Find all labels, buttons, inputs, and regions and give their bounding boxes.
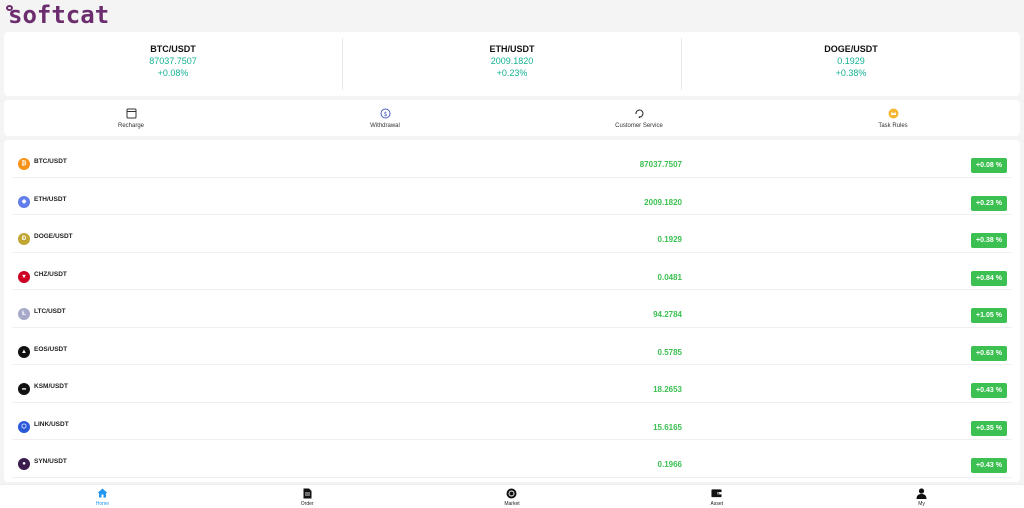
market-row-eos[interactable]: ▲ EOS/USDT 0.5785 +0.63 % [12, 328, 1012, 365]
nav-my[interactable]: My [819, 485, 1024, 508]
nav-home[interactable]: Home [0, 485, 205, 508]
market-symbol: ETH/USDT [34, 195, 67, 203]
ticker-doge[interactable]: DOGE/USDT 0.1929 +0.38% [682, 38, 1020, 90]
nav-market[interactable]: Market [410, 485, 615, 508]
market-price: 0.1966 [657, 460, 682, 469]
recharge-icon [125, 108, 137, 120]
change-badge: +0.08 % [971, 158, 1007, 173]
user-icon [916, 487, 927, 499]
nav-order-label: Order [300, 500, 314, 507]
withdrawal-icon: $ [379, 108, 391, 120]
nav-home-label: Home [95, 500, 110, 507]
market-row-chz[interactable]: ▾ CHZ/USDT 0.0481 +0.84 % [12, 253, 1012, 290]
market-price: 15.6165 [653, 422, 682, 432]
btc-coin-icon: ₿ [18, 158, 30, 170]
ticker-pair: ETH/USDT [489, 44, 535, 54]
ksm-coin-icon: ━ [18, 383, 30, 395]
market-row-eth[interactable]: ◆ ETH/USDT 2009.1820 +0.23 % [12, 178, 1012, 215]
market-symbol: LINK/USDT [34, 420, 69, 428]
change-badge: +0.38 % [971, 233, 1007, 248]
market-price: 87037.7507 [639, 160, 682, 169]
market-symbol: EOS/USDT [34, 345, 68, 353]
doge-coin-icon: Ð [18, 233, 30, 245]
customer-service-label: Customer Service [615, 122, 663, 129]
brand-logo[interactable]: softcat [6, 2, 109, 28]
order-icon [302, 488, 313, 499]
wallet-icon [711, 488, 722, 499]
home-icon [97, 488, 108, 499]
ticker-change: +0.38% [835, 68, 867, 78]
market-symbol: DOGE/USDT [34, 233, 73, 240]
change-badge: +0.84 % [971, 270, 1007, 286]
task-rules-icon [887, 108, 899, 120]
svg-text:$: $ [383, 111, 387, 118]
nav-my-label: My [918, 500, 925, 507]
eos-coin-icon: ▲ [18, 345, 30, 358]
market-icon [506, 488, 517, 499]
task-rules-button[interactable]: Task Rules [766, 100, 1020, 136]
market-row-ksm[interactable]: ━ KSM/USDT 18.2653 +0.43 % [12, 365, 1012, 403]
nav-asset-label: Asset [710, 500, 724, 507]
ticker-change: +0.23% [496, 68, 528, 78]
market-symbol: CHZ/USDT [34, 270, 67, 278]
link-coin-icon: ⬡ [18, 420, 30, 433]
withdrawal-label: Withdrawal [370, 122, 400, 129]
ticker-strip: BTC/USDT 87037.7507 +0.08% ETH/USDT 2009… [4, 32, 1020, 96]
market-price: 18.2653 [653, 385, 682, 394]
market-row-ltc[interactable]: Ł LTC/USDT 94.2784 +1.05 % [12, 290, 1012, 328]
customer-service-button[interactable]: Customer Service [512, 100, 766, 136]
market-price: 0.5785 [657, 347, 682, 357]
ticker-price: 87037.7507 [149, 56, 197, 66]
market-price: 0.1929 [657, 235, 682, 244]
market-row-link[interactable]: ⬡ LINK/USDT 15.6165 +0.35 % [12, 403, 1012, 440]
logo-text: softcat [8, 1, 110, 29]
change-badge: +0.43 % [971, 458, 1007, 473]
market-list: ₿ BTC/USDT 87037.7507 +0.08 % ◆ ETH/USDT… [4, 140, 1020, 482]
market-price: 94.2784 [653, 310, 682, 319]
change-badge: +0.35 % [971, 420, 1007, 436]
change-badge: +0.23 % [971, 195, 1007, 211]
chz-coin-icon: ▾ [18, 270, 30, 283]
nav-asset[interactable]: Asset [614, 485, 819, 508]
market-symbol: LTC/USDT [34, 308, 66, 315]
market-row-doge[interactable]: Ð DOGE/USDT 0.1929 +0.38 % [12, 215, 1012, 253]
change-badge: +0.43 % [971, 383, 1007, 398]
recharge-button[interactable]: Recharge [4, 100, 258, 136]
customer-service-icon [633, 108, 645, 120]
ticker-change: +0.08% [157, 68, 189, 78]
recharge-label: Recharge [117, 122, 144, 129]
quick-actions: Recharge $ Withdrawal Customer Service T… [4, 100, 1020, 136]
market-symbol: BTC/USDT [34, 158, 67, 165]
market-symbol: KSM/USDT [34, 383, 68, 390]
change-badge: +0.63 % [971, 345, 1007, 361]
task-rules-label: Task Rules [878, 122, 908, 129]
ticker-price: 2009.1820 [490, 56, 534, 66]
market-symbol: SYN/USDT [34, 458, 67, 465]
ticker-pair: BTC/USDT [150, 44, 196, 54]
withdrawal-button[interactable]: $ Withdrawal [258, 100, 512, 136]
ticker-pair: DOGE/USDT [824, 44, 878, 54]
syn-coin-icon: ● [18, 458, 30, 470]
market-price: 0.0481 [657, 272, 682, 282]
change-badge: +1.05 % [971, 308, 1007, 323]
nav-market-label: Market [504, 500, 520, 507]
market-price: 2009.1820 [644, 197, 682, 207]
market-row-syn[interactable]: ● SYN/USDT 0.1966 +0.43 % [12, 440, 1012, 478]
ticker-eth[interactable]: ETH/USDT 2009.1820 +0.23% [343, 38, 682, 90]
eth-coin-icon: ◆ [18, 195, 30, 208]
ticker-price: 0.1929 [837, 56, 865, 66]
bottom-navigation: Home Order Market Asset My [0, 484, 1024, 508]
ticker-btc[interactable]: BTC/USDT 87037.7507 +0.08% [4, 38, 343, 90]
logo-mark-icon [6, 5, 13, 11]
ltc-coin-icon: Ł [18, 308, 30, 320]
market-row-btc[interactable]: ₿ BTC/USDT 87037.7507 +0.08 % [12, 140, 1012, 178]
nav-order[interactable]: Order [205, 485, 410, 508]
